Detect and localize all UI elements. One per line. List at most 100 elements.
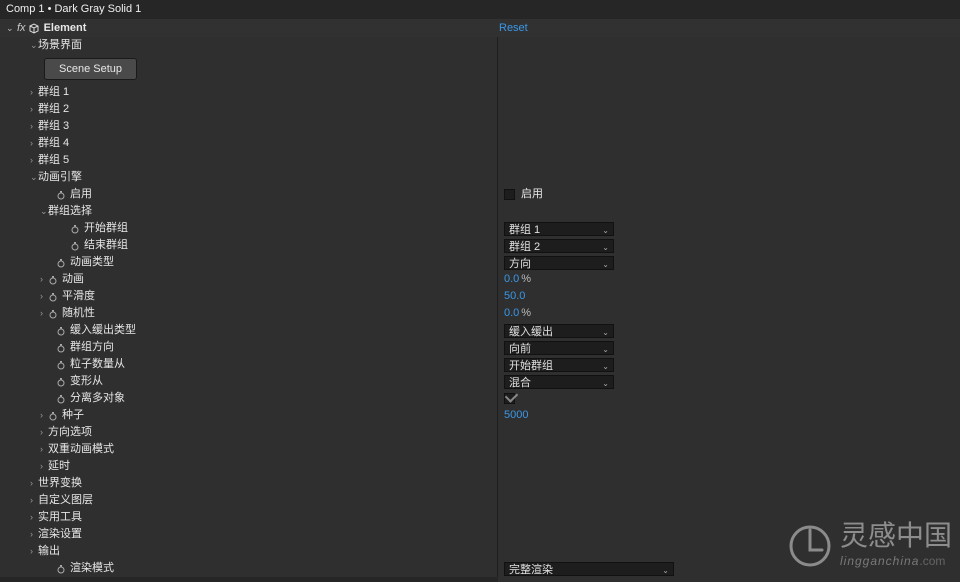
smoothness-value[interactable]: 50.0 bbox=[504, 288, 525, 305]
chevron-down-icon: ⌄ bbox=[602, 377, 609, 391]
twirl-right-icon[interactable]: › bbox=[30, 135, 38, 152]
twirl-right-icon[interactable]: › bbox=[40, 271, 48, 288]
anim-type-row: 动画类型 bbox=[0, 254, 498, 271]
twirl-right-icon[interactable]: › bbox=[40, 407, 48, 424]
group-4-row[interactable]: ›群组 4 bbox=[0, 135, 498, 152]
enable-row: 启用 bbox=[0, 186, 498, 203]
anim-type-select[interactable]: 方向⌄ bbox=[504, 256, 614, 270]
render-mode-select[interactable]: 完整渲染⌄ bbox=[504, 562, 674, 576]
output-group[interactable]: ›输出 bbox=[0, 543, 498, 560]
reset-link[interactable]: Reset bbox=[499, 19, 528, 37]
morph-from-row: 变形从 bbox=[0, 373, 498, 390]
chevron-down-icon: ⌄ bbox=[602, 343, 609, 357]
stopwatch-icon[interactable] bbox=[48, 411, 58, 421]
smoothness-row[interactable]: ›平滑度 bbox=[0, 288, 498, 305]
twirl-right-icon[interactable]: › bbox=[40, 305, 48, 322]
animation-value[interactable]: 0.0 bbox=[504, 271, 519, 288]
separate-multi-row: 分离多对象 bbox=[0, 390, 498, 407]
effect-cube-icon bbox=[28, 22, 40, 34]
group-direction-row: 群组方向 bbox=[0, 339, 498, 356]
stopwatch-icon[interactable] bbox=[56, 360, 66, 370]
group-direction-select[interactable]: 向前⌄ bbox=[504, 341, 614, 355]
twirl-right-icon[interactable]: › bbox=[30, 118, 38, 135]
stopwatch-icon[interactable] bbox=[70, 241, 80, 251]
enable-checkbox-label: 启用 bbox=[521, 186, 543, 203]
twirl-down-icon[interactable]: ⌄ bbox=[30, 169, 38, 186]
property-labels-column: ⌄场景界面 Scene Setup ›群组 1 ›群组 2 ›群组 3 ›群组 … bbox=[0, 37, 498, 582]
fx-badge: fx bbox=[17, 19, 26, 37]
utilities-group[interactable]: ›实用工具 bbox=[0, 509, 498, 526]
twirl-right-icon[interactable]: › bbox=[40, 424, 48, 441]
group-5-row[interactable]: ›群组 5 bbox=[0, 152, 498, 169]
delay-group[interactable]: ›延时 bbox=[0, 458, 498, 475]
effect-twirl-icon[interactable]: ⌄ bbox=[6, 19, 14, 37]
ease-type-row: 缓入缓出类型 bbox=[0, 322, 498, 339]
custom-layers-group[interactable]: ›自定义图层 bbox=[0, 492, 498, 509]
effect-header-row: ⌄ fx Element Reset bbox=[0, 19, 960, 37]
ease-select[interactable]: 缓入缓出⌄ bbox=[504, 324, 614, 338]
twirl-right-icon[interactable]: › bbox=[30, 526, 38, 543]
render-settings-group[interactable]: ›渲染设置 bbox=[0, 526, 498, 543]
stopwatch-icon[interactable] bbox=[56, 394, 66, 404]
stopwatch-icon[interactable] bbox=[70, 224, 80, 234]
group-2-row[interactable]: ›群组 2 bbox=[0, 101, 498, 118]
twirl-down-icon[interactable]: ⌄ bbox=[40, 203, 48, 220]
direction-options-group[interactable]: ›方向选项 bbox=[0, 424, 498, 441]
stopwatch-icon[interactable] bbox=[56, 377, 66, 387]
render-mode-row: 渲染模式 bbox=[0, 560, 498, 577]
separate-multi-checkbox[interactable] bbox=[504, 393, 515, 404]
twirl-right-icon[interactable]: › bbox=[30, 509, 38, 526]
twirl-right-icon[interactable]: › bbox=[30, 152, 38, 169]
randomness-unit: % bbox=[521, 305, 531, 322]
stopwatch-icon[interactable] bbox=[48, 275, 58, 285]
twirl-right-icon[interactable]: › bbox=[30, 492, 38, 509]
twirl-right-icon[interactable]: › bbox=[30, 84, 38, 101]
property-values-column: 启用 群组 1⌄ 群组 2⌄ 方向⌄ 0.0% 50.0 0.0% 缓入缓出⌄ … bbox=[498, 37, 960, 582]
twirl-right-icon[interactable]: › bbox=[30, 543, 38, 560]
end-group-select[interactable]: 群组 2⌄ bbox=[504, 239, 614, 253]
group-select-group[interactable]: ⌄群组选择 bbox=[0, 203, 498, 220]
chevron-down-icon: ⌄ bbox=[602, 241, 609, 255]
randomness-row[interactable]: ›随机性 bbox=[0, 305, 498, 322]
twirl-right-icon[interactable]: › bbox=[40, 458, 48, 475]
twirl-right-icon[interactable]: › bbox=[30, 101, 38, 118]
start-group-row: 开始群组 bbox=[0, 220, 498, 237]
stopwatch-icon[interactable] bbox=[48, 292, 58, 302]
stopwatch-icon[interactable] bbox=[56, 326, 66, 336]
world-transform-group[interactable]: ›世界变换 bbox=[0, 475, 498, 492]
effect-name: Element bbox=[44, 19, 87, 37]
seed-value[interactable]: 5000 bbox=[504, 407, 528, 424]
animation-engine-group[interactable]: ⌄动画引擎 bbox=[0, 169, 498, 186]
twirl-right-icon[interactable]: › bbox=[40, 288, 48, 305]
stopwatch-icon[interactable] bbox=[56, 343, 66, 353]
chevron-down-icon: ⌄ bbox=[662, 564, 669, 578]
stopwatch-icon[interactable] bbox=[48, 309, 58, 319]
chevron-down-icon: ⌄ bbox=[602, 360, 609, 374]
stopwatch-icon[interactable] bbox=[56, 564, 66, 574]
group-1-row[interactable]: ›群组 1 bbox=[0, 84, 498, 101]
stopwatch-icon[interactable] bbox=[56, 190, 66, 200]
animation-unit: % bbox=[521, 271, 531, 288]
randomness-value[interactable]: 0.0 bbox=[504, 305, 519, 322]
scene-setup-row: Scene Setup bbox=[0, 54, 498, 84]
double-anim-mode-group[interactable]: ›双重动画模式 bbox=[0, 441, 498, 458]
seed-row[interactable]: ›种子 bbox=[0, 407, 498, 424]
chevron-down-icon: ⌄ bbox=[602, 258, 609, 272]
stopwatch-icon[interactable] bbox=[56, 258, 66, 268]
twirl-right-icon[interactable]: › bbox=[40, 441, 48, 458]
animation-row[interactable]: ›动画 bbox=[0, 271, 498, 288]
scene-interface-group[interactable]: ⌄场景界面 bbox=[0, 37, 498, 54]
chevron-down-icon: ⌄ bbox=[602, 326, 609, 340]
particle-count-from-row: 粒子数量从 bbox=[0, 356, 498, 373]
layer-path-header: Comp 1 • Dark Gray Solid 1 bbox=[0, 0, 960, 19]
end-group-row: 结束群组 bbox=[0, 237, 498, 254]
twirl-down-icon[interactable]: ⌄ bbox=[30, 37, 38, 54]
enable-checkbox[interactable] bbox=[504, 189, 515, 200]
morph-from-select[interactable]: 混合⌄ bbox=[504, 375, 614, 389]
twirl-right-icon[interactable]: › bbox=[30, 475, 38, 492]
group-3-row[interactable]: ›群组 3 bbox=[0, 118, 498, 135]
chevron-down-icon: ⌄ bbox=[602, 224, 609, 238]
start-group-select[interactable]: 群组 1⌄ bbox=[504, 222, 614, 236]
particle-from-select[interactable]: 开始群组⌄ bbox=[504, 358, 614, 372]
scene-setup-button[interactable]: Scene Setup bbox=[44, 58, 137, 80]
